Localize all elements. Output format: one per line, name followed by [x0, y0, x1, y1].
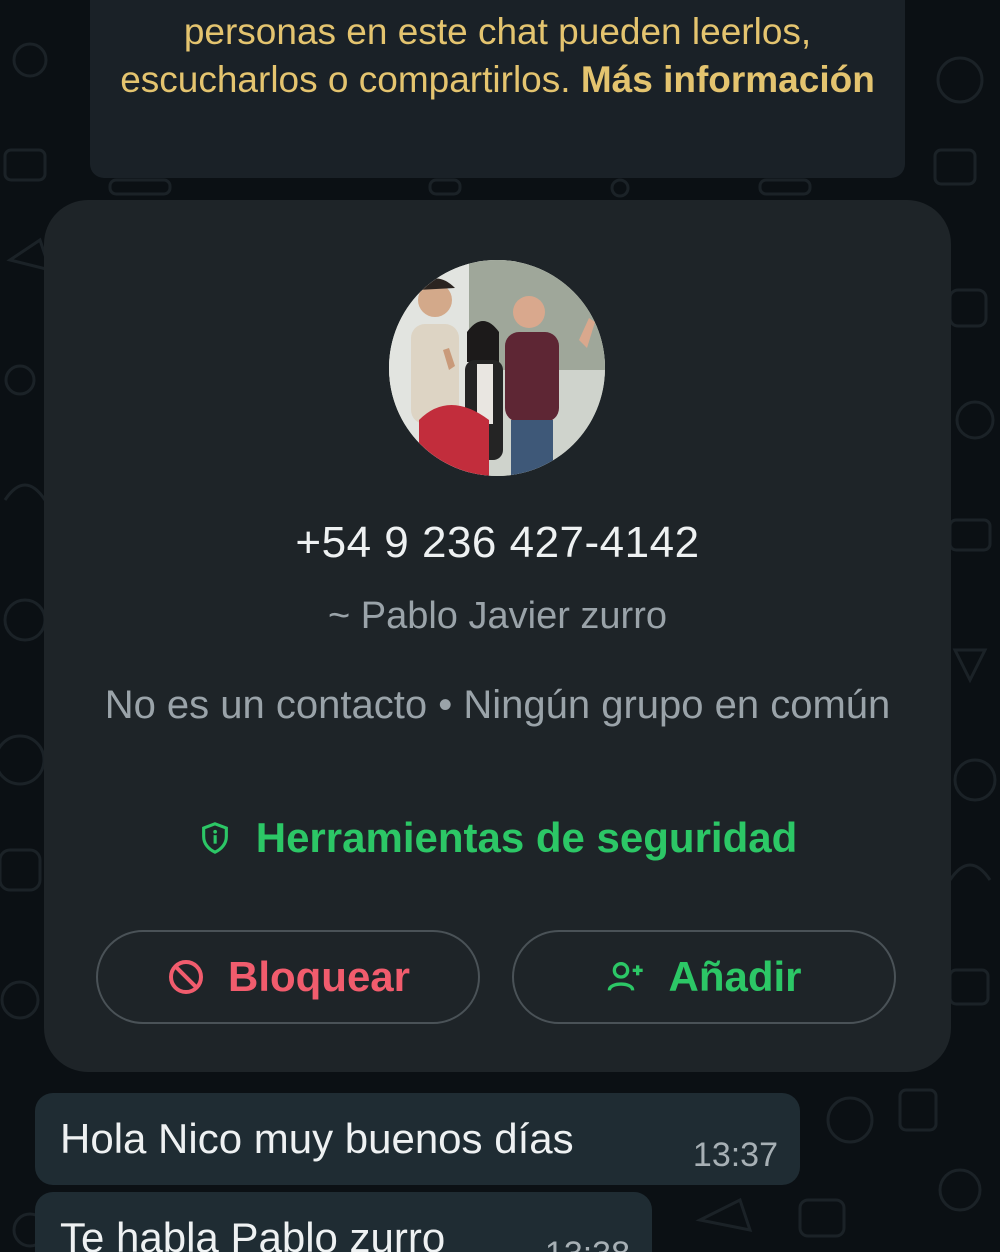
- contact-phone-number: +54 9 236 427-4142: [295, 518, 700, 567]
- add-contact-label: Añadir: [668, 953, 802, 1000]
- contact-avatar[interactable]: [389, 260, 605, 476]
- avatar-photo: [389, 260, 605, 476]
- encryption-notice: cifrados de extremo a extremo. Solo las …: [90, 0, 905, 178]
- contact-status-info: No es un contacto • Ningún grupo en comú…: [104, 683, 891, 727]
- block-button-label: Bloquear: [227, 953, 411, 1000]
- shield-icon: [201, 822, 228, 854]
- block-icon: [168, 960, 203, 994]
- encryption-notice-line: escucharlos o compartirlos.: [120, 59, 571, 100]
- chat-background: cifrados de extremo a extremo. Solo las …: [0, 0, 1000, 1252]
- add-person-icon: [608, 962, 644, 991]
- encryption-notice-line: personas en este chat pueden leerlos,: [183, 11, 812, 52]
- message-text: Te habla Pablo zurro: [60, 1214, 446, 1252]
- message-time: 13:37: [692, 1136, 778, 1174]
- contact-card: +54 9 236 427-4142 ~ Pablo Javier zurro …: [44, 200, 951, 1072]
- incoming-message[interactable]: Te habla Pablo zurro 13:38: [35, 1192, 652, 1252]
- encryption-notice-cut-line: cifrados de extremo a extremo. Solo las: [120, 0, 875, 8]
- message-time: 13:38: [545, 1235, 630, 1252]
- safety-tools-link[interactable]: Herramientas de seguridad: [44, 814, 951, 862]
- contact-push-name: ~ Pablo Javier zurro: [328, 595, 667, 637]
- block-button[interactable]: Bloquear: [96, 930, 480, 1024]
- incoming-message[interactable]: Hola Nico muy buenos días 13:37: [35, 1093, 800, 1185]
- safety-tools-label: Herramientas de seguridad: [255, 814, 798, 861]
- more-info-link[interactable]: Más información: [581, 59, 875, 100]
- add-contact-button[interactable]: Añadir: [512, 930, 896, 1024]
- message-text: Hola Nico muy buenos días: [60, 1115, 574, 1162]
